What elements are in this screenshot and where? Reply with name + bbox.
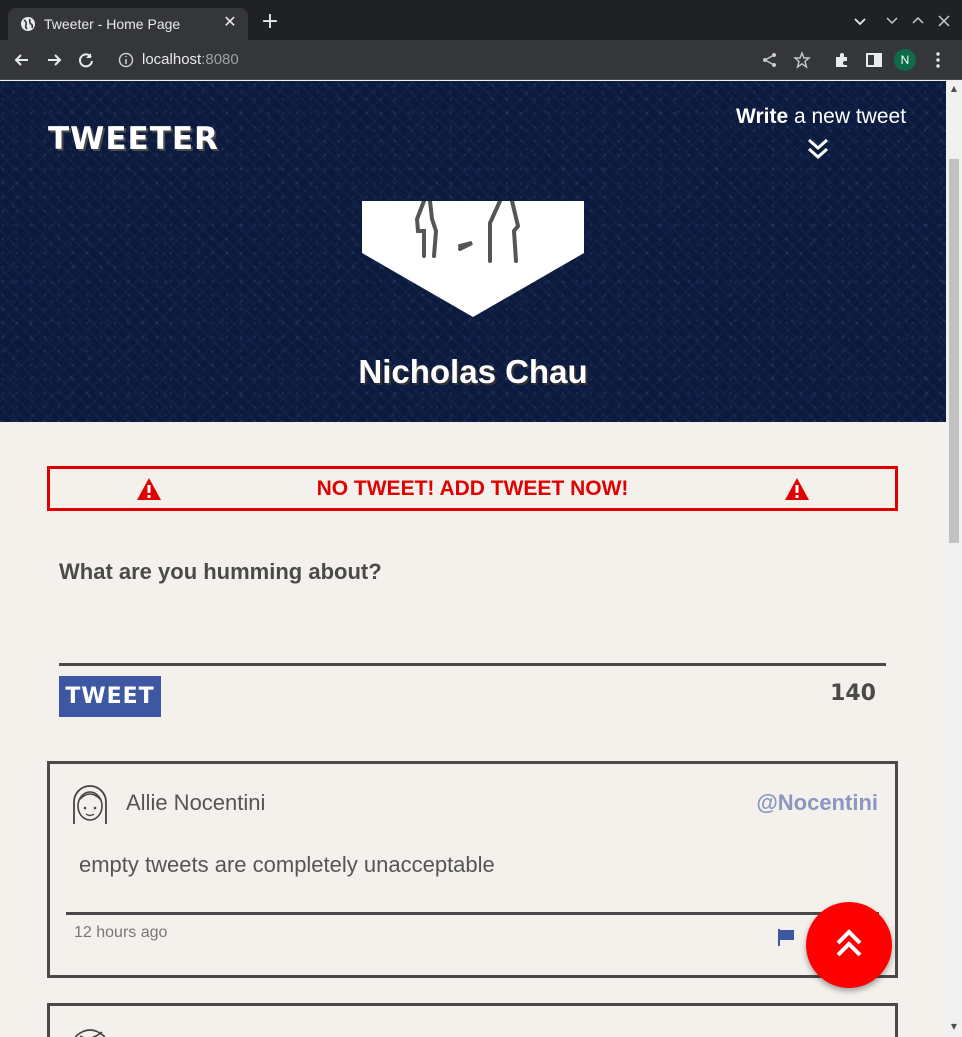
menu-icon[interactable] (928, 50, 948, 70)
compose-underline (59, 663, 886, 666)
share-icon[interactable] (760, 50, 780, 70)
globe-icon (21, 17, 35, 31)
tweet-content: empty tweets are completely unacceptable (79, 852, 495, 877)
write-link-rest: a new tweet (788, 105, 907, 128)
error-banner: NO TWEET! ADD TWEET NOW! (47, 466, 898, 511)
browser-tab[interactable]: Tweeter - Home Page ✕ (8, 8, 248, 40)
warning-icon (785, 478, 809, 500)
sidepanel-icon[interactable] (864, 50, 884, 70)
error-message: NO TWEET! ADD TWEET NOW! (316, 477, 629, 500)
window-close-icon[interactable] (935, 12, 953, 30)
author-avatar (73, 785, 107, 824)
reload-icon[interactable] (76, 50, 96, 70)
browser-toolbar: localhost:8080 N (0, 40, 962, 80)
url-host: localhost (142, 51, 202, 68)
minimize-chevron-down-icon[interactable] (883, 12, 901, 30)
tab-search-chevron-down-icon[interactable] (851, 12, 869, 30)
tweet-card (47, 1003, 898, 1037)
user-name: Nicholas Chau (358, 353, 588, 390)
maximize-chevron-up-icon[interactable] (909, 12, 927, 30)
address-bar[interactable]: localhost:8080 (142, 48, 239, 72)
double-chevron-up-icon (836, 929, 862, 957)
profile-avatar[interactable]: N (894, 49, 916, 71)
tweet-button[interactable]: TWEET (59, 676, 161, 717)
url-port: :8080 (201, 51, 239, 68)
write-new-tweet-link[interactable]: Write a new tweet (736, 105, 906, 129)
tab-title: Tweeter - Home Page (44, 16, 181, 32)
tweet-timestamp: 12 hours ago (74, 924, 168, 941)
scroll-up-arrow-icon[interactable]: ▲ (950, 85, 958, 93)
plus-icon[interactable]: + (258, 10, 282, 34)
scrollbar-thumb[interactable] (949, 159, 959, 543)
tweet-author: Allie Nocentini (126, 790, 266, 815)
author-avatar (75, 1029, 105, 1037)
close-icon[interactable]: ✕ (220, 13, 240, 33)
tweet-divider (66, 912, 879, 915)
extensions-icon[interactable] (832, 50, 852, 70)
tweet-card: Allie Nocentini @Nocentini empty tweets … (47, 761, 898, 978)
page-viewport: TWEETER Write a new tweet Nicholas Chau … (0, 81, 946, 1037)
page-header: TWEETER Write a new tweet Nicholas Chau (0, 81, 946, 422)
write-link-bold: Write (736, 105, 789, 128)
user-avatar (362, 201, 584, 317)
char-counter: 140 (830, 681, 876, 706)
compose-textarea-label[interactable]: What are you humming about? (59, 559, 382, 585)
scroll-down-arrow-icon[interactable]: ▼ (950, 1023, 958, 1031)
flag-icon[interactable] (776, 927, 796, 947)
back-icon[interactable] (12, 50, 32, 70)
info-icon[interactable] (116, 50, 136, 70)
tweet-handle: @Nocentini (756, 790, 878, 815)
browser-tab-bar: Tweeter - Home Page ✕ + (0, 0, 962, 40)
page-scrollbar[interactable]: ▲ ▼ (946, 81, 962, 1037)
forward-icon[interactable] (44, 50, 64, 70)
star-icon[interactable] (792, 50, 812, 70)
double-chevron-down-icon[interactable] (806, 137, 830, 161)
scroll-to-top-button[interactable] (806, 902, 892, 988)
brand-logo[interactable]: TWEETER (48, 121, 219, 157)
